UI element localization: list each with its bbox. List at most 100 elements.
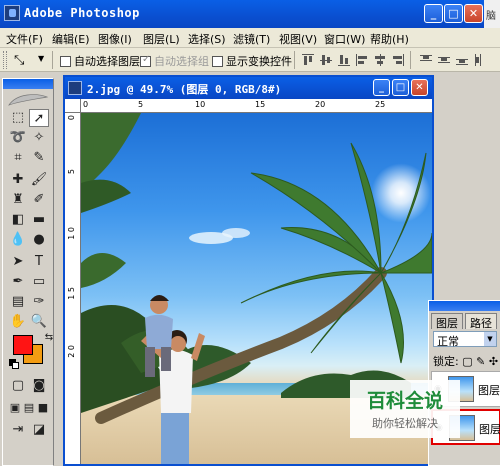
notes-tool-icon[interactable]: ▤ xyxy=(8,293,28,311)
magic-wand-icon[interactable]: ✧ xyxy=(29,129,49,147)
lock-move-icon[interactable]: ✣ xyxy=(489,355,498,368)
standard-mode-icon[interactable]: ▢ xyxy=(8,377,28,395)
auto-select-group-label: 自动选择组 xyxy=(154,55,209,68)
maximize-button[interactable]: □ xyxy=(444,4,463,23)
hand-tool-icon[interactable]: ✋ xyxy=(8,313,28,331)
path-selection-icon[interactable]: ➤ xyxy=(8,253,28,271)
maximize-icon: □ xyxy=(448,7,459,20)
document-maximize-button[interactable]: □ xyxy=(392,79,409,96)
tab-layers[interactable]: 图层 xyxy=(431,313,463,330)
layer-name: 图层 xyxy=(478,384,500,397)
watermark-subtitle: 助你轻松解决 xyxy=(372,417,438,430)
document-minimize-button[interactable]: _ xyxy=(373,79,390,96)
menu-help[interactable]: 帮助(H) xyxy=(370,31,409,47)
healing-brush-icon[interactable]: ✚ xyxy=(8,171,28,189)
distribute-left-icon[interactable] xyxy=(474,54,486,66)
menu-view[interactable]: 视图(V) xyxy=(279,31,317,47)
brush-tool-icon[interactable]: 🖌 xyxy=(29,171,49,189)
stamp-tool-icon[interactable]: ♜ xyxy=(8,191,28,209)
ruler-origin[interactable] xyxy=(65,99,81,113)
lock-transparency-icon[interactable]: ▢ xyxy=(462,355,472,368)
horizontal-ruler[interactable]: 0 5 10 15 20 25 xyxy=(81,99,432,113)
toolbox-grip[interactable] xyxy=(3,79,53,89)
align-vertical-center-icon[interactable] xyxy=(320,54,332,66)
menu-select[interactable]: 选择(S) xyxy=(188,31,226,47)
eyedropper-icon[interactable]: ✑ xyxy=(29,293,49,311)
options-bar: ⤡ ▼ 自动选择图层 自动选择组 显示变换控件 xyxy=(0,48,500,72)
align-right-icon[interactable] xyxy=(392,54,404,66)
chevron-down-icon[interactable]: ▼ xyxy=(38,54,44,63)
watermark: 百科全说 助你轻松解决 xyxy=(350,380,460,438)
menu-image[interactable]: 图像(I) xyxy=(98,31,132,47)
photoshop-feather-icon[interactable] xyxy=(7,91,49,107)
ruler-label: 25 xyxy=(375,100,386,109)
document-icon xyxy=(68,81,82,95)
checkbox-box[interactable] xyxy=(60,55,71,67)
vertical-ruler[interactable]: 0 5 1 0 1 5 2 0 xyxy=(65,113,81,464)
minimize-button[interactable]: _ xyxy=(424,4,443,23)
chevron-down-icon[interactable]: ▼ xyxy=(484,332,496,346)
jump-to-imageready-icon[interactable]: ⇥ xyxy=(8,421,28,439)
dodge-tool-icon[interactable]: ● xyxy=(29,231,49,249)
ruler-label: 15 xyxy=(255,100,266,109)
align-horizontal-center-icon[interactable] xyxy=(374,54,386,66)
shape-tool-icon[interactable]: ▭ xyxy=(29,273,49,291)
close-icon: ✕ xyxy=(415,82,424,93)
ruler-label: 10 xyxy=(195,100,206,109)
menu-edit[interactable]: 编辑(E) xyxy=(52,31,90,47)
slice-tool-icon[interactable]: ✎ xyxy=(29,149,49,167)
photoshop-window: Adobe Photoshop _ □ ✕ 脑 文件(F) 编辑(E) 图像(I… xyxy=(0,0,500,466)
imageready-icon[interactable]: ◪ xyxy=(29,421,49,439)
checkbox-box[interactable] xyxy=(212,55,223,67)
swap-colors-icon[interactable]: ⇆ xyxy=(39,329,59,347)
menu-window[interactable]: 窗口(W) xyxy=(324,31,365,47)
options-grip[interactable] xyxy=(3,51,7,69)
document-title-bar[interactable]: 2.jpg @ 49.7% (图层 0, RGB/8#) _ □ ✕ xyxy=(65,77,432,99)
photoshop-app-icon xyxy=(4,5,20,21)
history-brush-icon[interactable]: ✐ xyxy=(29,191,49,209)
lock-paint-icon[interactable]: ✎ xyxy=(476,355,485,368)
gradient-tool-icon[interactable]: ▬ xyxy=(29,211,49,229)
blend-mode-select[interactable]: 正常 ▼ xyxy=(433,331,497,348)
layers-panel-grip[interactable] xyxy=(429,301,500,311)
align-left-icon[interactable] xyxy=(356,54,368,66)
minimize-icon: _ xyxy=(379,82,384,93)
quick-mask-icon[interactable]: ◙ xyxy=(29,377,49,395)
distribute-top-icon[interactable] xyxy=(420,54,432,66)
ruler-label: 0 xyxy=(67,115,76,121)
background-window-fragment: 脑 xyxy=(484,0,500,28)
screen-mode-full-icon[interactable]: ■ xyxy=(33,399,53,417)
ruler-label: 0 xyxy=(83,100,89,109)
tab-paths[interactable]: 路径 xyxy=(465,313,497,330)
show-transform-controls-checkbox[interactable]: 显示变换控件 xyxy=(212,53,292,69)
close-button[interactable]: ✕ xyxy=(464,4,483,23)
watermark-title: 百科全说 xyxy=(366,390,443,412)
distribute-bottom-icon[interactable] xyxy=(456,54,468,66)
move-tool-icon[interactable]: ➚ xyxy=(29,109,49,127)
menu-layer[interactable]: 图层(L) xyxy=(143,31,180,47)
menu-filter[interactable]: 滤镜(T) xyxy=(233,31,270,47)
lasso-tool-icon[interactable]: ➰ xyxy=(8,129,28,147)
layers-panel-tabs: 图层 路径 xyxy=(429,313,500,330)
minimize-icon: _ xyxy=(430,7,437,20)
menu-file[interactable]: 文件(F) xyxy=(6,31,43,47)
crop-tool-icon[interactable]: ⌗ xyxy=(8,149,28,167)
align-bottom-icon[interactable] xyxy=(338,54,350,66)
default-colors-icon[interactable] xyxy=(12,362,19,369)
align-top-icon[interactable] xyxy=(302,54,314,66)
title-bar: Adobe Photoshop _ □ ✕ 脑 xyxy=(0,0,500,28)
document-close-button[interactable]: ✕ xyxy=(411,79,428,96)
pen-tool-icon[interactable]: ✒ xyxy=(8,273,28,291)
foreground-color-swatch[interactable] xyxy=(13,335,33,355)
auto-select-group-checkbox: 自动选择组 xyxy=(140,53,209,69)
blur-tool-icon[interactable]: 💧 xyxy=(8,231,28,249)
type-tool-icon[interactable]: T xyxy=(29,253,49,271)
blend-mode-value: 正常 xyxy=(437,335,459,348)
ruler-label: 20 xyxy=(315,100,326,109)
eraser-tool-icon[interactable]: ◧ xyxy=(8,211,28,229)
separator xyxy=(410,51,411,69)
marquee-tool-icon[interactable]: ⬚ xyxy=(8,109,28,127)
distribute-center-icon[interactable] xyxy=(438,54,450,66)
auto-select-layer-checkbox[interactable]: 自动选择图层 xyxy=(60,53,140,69)
move-tool-icon[interactable]: ⤡ xyxy=(14,53,24,68)
